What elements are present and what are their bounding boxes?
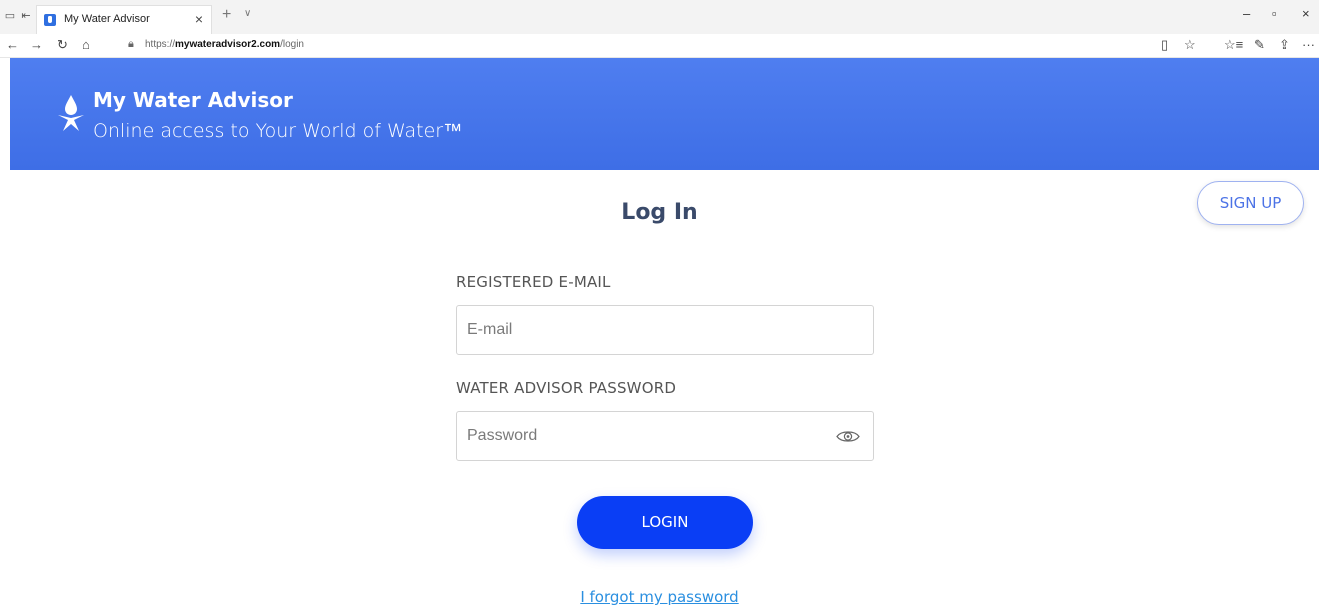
maximize-icon[interactable]: ▫ xyxy=(1272,6,1277,22)
tab-close-icon[interactable]: × xyxy=(195,11,203,27)
show-password-eye-icon[interactable] xyxy=(836,429,860,444)
minimize-icon[interactable]: – xyxy=(1243,6,1250,22)
refresh-icon[interactable]: ↻ xyxy=(57,37,68,53)
forgot-password-link[interactable]: I forgot my password xyxy=(0,588,1319,606)
share-icon[interactable]: ⇪ xyxy=(1279,37,1290,53)
brand-tagline: Online access to Your World of Water™ xyxy=(93,120,463,142)
favorite-star-icon[interactable]: ☆ xyxy=(1184,37,1196,53)
favorites-list-icon[interactable]: ☆≡ xyxy=(1224,37,1243,53)
site-header: My Water Advisor Online access to Your W… xyxy=(10,58,1319,170)
lock-icon[interactable]: 🔒︎ xyxy=(128,38,134,51)
password-field-label: WATER ADVISOR PASSWORD xyxy=(456,379,677,397)
tab-my-water-advisor[interactable]: My Water Advisor × xyxy=(36,5,212,34)
login-button[interactable]: LOGIN xyxy=(577,496,753,549)
browser-tab-bar: ▭ ⇤ My Water Advisor × + ∨ – ▫ × xyxy=(0,0,1319,34)
forward-icon[interactable]: → xyxy=(30,37,43,53)
password-field-box[interactable] xyxy=(456,411,874,461)
password-field[interactable] xyxy=(467,412,827,460)
brand-title[interactable]: My Water Advisor xyxy=(93,88,293,112)
water-advisor-logo-icon[interactable] xyxy=(55,93,87,133)
new-tab-icon[interactable]: + xyxy=(222,7,231,23)
more-icon[interactable]: ··· xyxy=(1302,37,1315,53)
page-title: Log In xyxy=(621,200,698,225)
browser-address-bar: ← → ↻ ⌂ 🔒︎ https://mywateradvisor2.com/l… xyxy=(0,34,1319,58)
url-field[interactable]: https://mywateradvisor2.com/login xyxy=(145,39,304,50)
tab-title: My Water Advisor xyxy=(64,13,150,25)
close-window-icon[interactable]: × xyxy=(1302,6,1310,22)
set-tabs-aside-icon[interactable]: ⇤ xyxy=(20,10,32,22)
reading-view-icon[interactable]: ▯ xyxy=(1161,37,1168,53)
notes-pen-icon[interactable]: ✎ xyxy=(1254,37,1265,53)
back-icon[interactable]: ← xyxy=(6,37,19,53)
email-field-label: REGISTERED E-MAIL xyxy=(456,273,611,291)
tab-list-chevron-icon[interactable]: ∨ xyxy=(244,8,251,19)
home-icon[interactable]: ⌂ xyxy=(82,37,90,53)
tab-preview-icon[interactable]: ▭ xyxy=(4,10,16,22)
email-field[interactable] xyxy=(467,306,827,354)
email-field-box[interactable] xyxy=(456,305,874,355)
site-favicon-icon xyxy=(44,14,56,26)
